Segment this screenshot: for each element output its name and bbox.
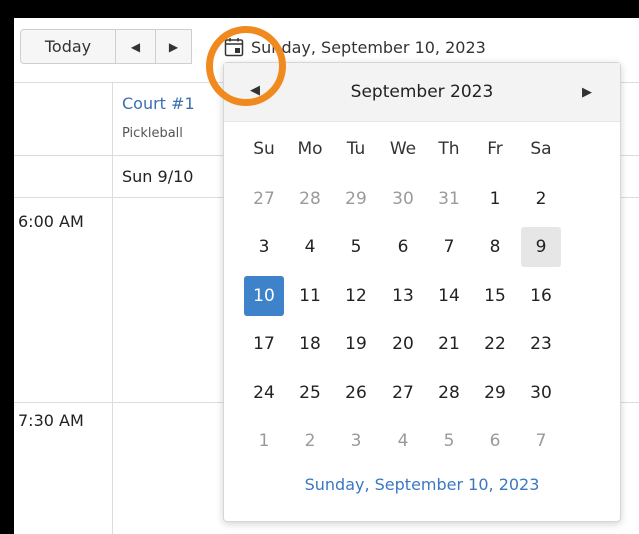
day-cell[interactable]: 24	[244, 373, 284, 413]
weekday-header: Mo	[297, 139, 323, 159]
day-cell[interactable]: 23	[521, 324, 561, 364]
weekday-header: Th	[438, 139, 460, 159]
next-day-button[interactable]: ▶	[156, 29, 192, 64]
day-cell[interactable]: 26	[336, 373, 376, 413]
day-cell[interactable]: 31	[429, 179, 469, 219]
day-cell[interactable]: 3	[336, 421, 376, 461]
court-type: Pickleball	[122, 126, 183, 141]
day-cell[interactable]: 9	[521, 227, 561, 267]
day-cell[interactable]: 10	[244, 276, 284, 316]
weekday-header: Sa	[530, 139, 552, 159]
court-name[interactable]: Court #1	[122, 94, 195, 113]
scheduler-app: Today ◀ ▶ Sunday, September 10, 2023 Cou…	[14, 18, 639, 534]
day-cell[interactable]: 2	[290, 421, 330, 461]
date-picker-toggle[interactable]: Sunday, September 10, 2023	[224, 34, 486, 60]
day-cell[interactable]: 5	[429, 421, 469, 461]
next-month-button[interactable]: ▶	[582, 85, 592, 100]
day-cell[interactable]: 15	[475, 276, 515, 316]
selected-date-link[interactable]: Sunday, September 10, 2023	[224, 475, 620, 494]
today-button[interactable]: Today	[20, 29, 116, 64]
day-cell[interactable]: 1	[244, 421, 284, 461]
weekday-header: We	[389, 139, 417, 159]
current-date-text: Sunday, September 10, 2023	[251, 37, 486, 57]
day-cell[interactable]: 3	[244, 227, 284, 267]
day-cell[interactable]: 7	[429, 227, 469, 267]
day-cell[interactable]: 27	[383, 373, 423, 413]
day-cell[interactable]: 4	[383, 421, 423, 461]
time-label: 6:00 AM	[18, 212, 84, 231]
day-cell[interactable]: 8	[475, 227, 515, 267]
day-cell[interactable]: 19	[336, 324, 376, 364]
date-picker-popup: ◀ September 2023 ▶ Su Mo Tu We Th Fr Sa 27 28 29…	[223, 62, 621, 522]
day-cell[interactable]: 12	[336, 276, 376, 316]
day-cell[interactable]: 22	[475, 324, 515, 364]
day-cell[interactable]: 5	[336, 227, 376, 267]
calendar-icon	[224, 37, 244, 57]
time-label: 7:30 AM	[18, 411, 84, 430]
date-picker-header: ◀ September 2023 ▶	[224, 63, 620, 122]
day-cell[interactable]: 30	[383, 179, 423, 219]
day-label: Sun 9/10	[122, 167, 194, 186]
day-cell[interactable]: 29	[336, 179, 376, 219]
weekday-header: Fr	[487, 139, 503, 159]
day-cell[interactable]: 16	[521, 276, 561, 316]
day-cell[interactable]: 27	[244, 179, 284, 219]
weekday-header: Tu	[346, 139, 366, 159]
grid-line	[112, 82, 113, 534]
month-title: September 2023	[350, 82, 494, 102]
day-cell[interactable]: 6	[383, 227, 423, 267]
day-cell[interactable]: 4	[290, 227, 330, 267]
day-cell[interactable]: 30	[521, 373, 561, 413]
day-cell[interactable]: 25	[290, 373, 330, 413]
day-cell[interactable]: 1	[475, 179, 515, 219]
day-cell[interactable]: 7	[521, 421, 561, 461]
day-cell[interactable]: 18	[290, 324, 330, 364]
day-cell[interactable]: 17	[244, 324, 284, 364]
day-cell[interactable]: 21	[429, 324, 469, 364]
arrow-left-icon: ◀	[130, 39, 141, 54]
day-cell[interactable]: 14	[429, 276, 469, 316]
arrow-right-icon: ▶	[168, 39, 179, 54]
day-cell[interactable]: 6	[475, 421, 515, 461]
previous-day-button[interactable]: ◀	[116, 29, 156, 64]
weekday-header: Su	[253, 139, 275, 159]
day-cell[interactable]: 29	[475, 373, 515, 413]
day-cell[interactable]: 2	[521, 179, 561, 219]
day-cell[interactable]: 20	[383, 324, 423, 364]
day-cell[interactable]: 13	[383, 276, 423, 316]
day-cell[interactable]: 11	[290, 276, 330, 316]
day-cell[interactable]: 28	[429, 373, 469, 413]
day-cell[interactable]: 28	[290, 179, 330, 219]
